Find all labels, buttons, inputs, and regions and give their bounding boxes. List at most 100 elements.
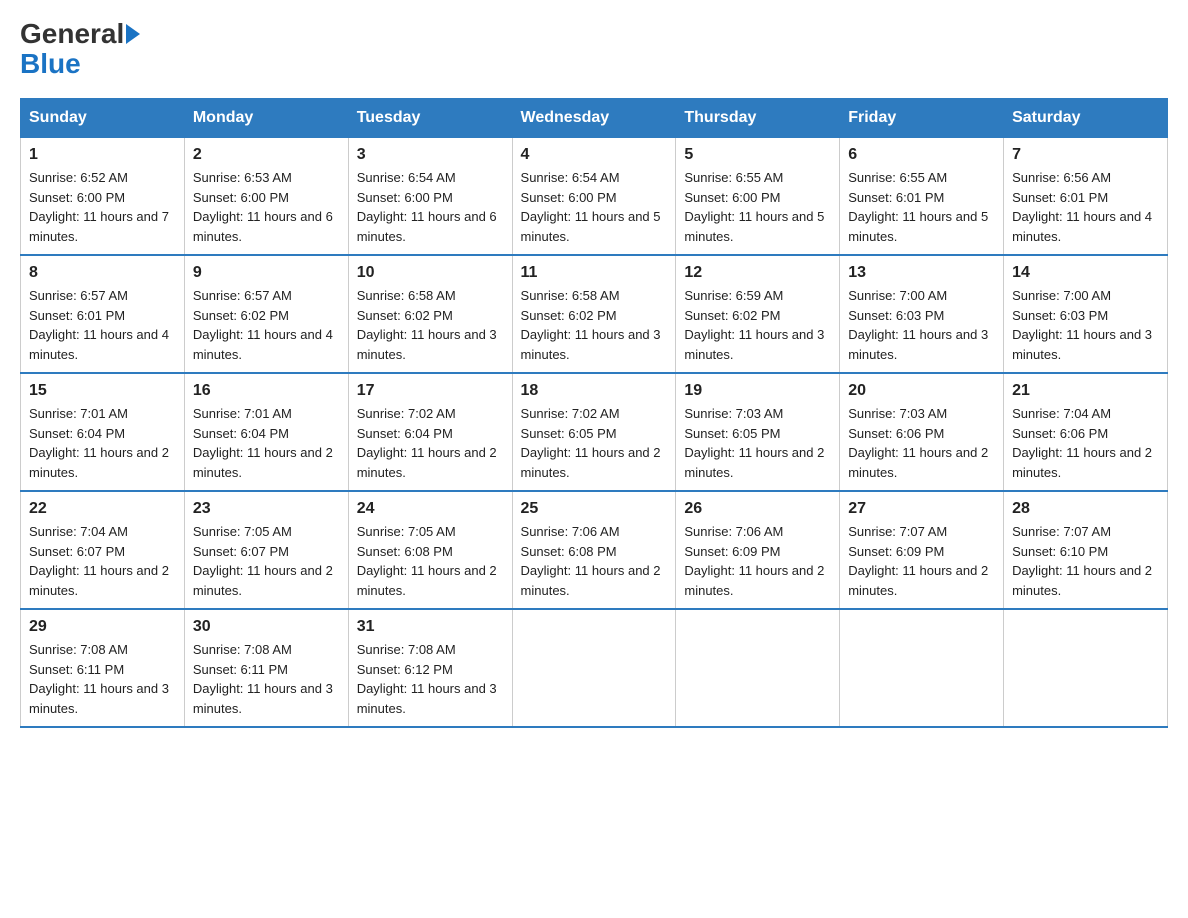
day-info: Sunrise: 7:05 AMSunset: 6:08 PMDaylight:… [357, 522, 504, 600]
calendar-cell: 21 Sunrise: 7:04 AMSunset: 6:06 PMDaylig… [1004, 373, 1168, 491]
calendar-cell: 19 Sunrise: 7:03 AMSunset: 6:05 PMDaylig… [676, 373, 840, 491]
calendar-cell: 31 Sunrise: 7:08 AMSunset: 6:12 PMDaylig… [348, 609, 512, 727]
day-info: Sunrise: 7:05 AMSunset: 6:07 PMDaylight:… [193, 522, 340, 600]
calendar-cell: 3 Sunrise: 6:54 AMSunset: 6:00 PMDayligh… [348, 138, 512, 256]
day-number: 16 [193, 382, 340, 400]
day-number: 24 [357, 500, 504, 518]
day-number: 26 [684, 500, 831, 518]
calendar-cell: 16 Sunrise: 7:01 AMSunset: 6:04 PMDaylig… [184, 373, 348, 491]
logo: General Blue [20, 20, 140, 80]
day-number: 23 [193, 500, 340, 518]
day-number: 11 [521, 264, 668, 282]
calendar-table: SundayMondayTuesdayWednesdayThursdayFrid… [20, 98, 1168, 728]
calendar-cell [676, 609, 840, 727]
day-number: 15 [29, 382, 176, 400]
day-info: Sunrise: 6:53 AMSunset: 6:00 PMDaylight:… [193, 168, 340, 246]
day-number: 2 [193, 146, 340, 164]
calendar-cell: 5 Sunrise: 6:55 AMSunset: 6:00 PMDayligh… [676, 138, 840, 256]
calendar-cell: 22 Sunrise: 7:04 AMSunset: 6:07 PMDaylig… [21, 491, 185, 609]
calendar-cell: 2 Sunrise: 6:53 AMSunset: 6:00 PMDayligh… [184, 138, 348, 256]
page-header: General Blue [20, 20, 1168, 80]
day-info: Sunrise: 6:55 AMSunset: 6:00 PMDaylight:… [684, 168, 831, 246]
calendar-cell: 8 Sunrise: 6:57 AMSunset: 6:01 PMDayligh… [21, 255, 185, 373]
day-info: Sunrise: 7:07 AMSunset: 6:09 PMDaylight:… [848, 522, 995, 600]
day-info: Sunrise: 6:56 AMSunset: 6:01 PMDaylight:… [1012, 168, 1159, 246]
day-info: Sunrise: 7:02 AMSunset: 6:04 PMDaylight:… [357, 404, 504, 482]
calendar-cell: 23 Sunrise: 7:05 AMSunset: 6:07 PMDaylig… [184, 491, 348, 609]
day-number: 19 [684, 382, 831, 400]
calendar-cell: 7 Sunrise: 6:56 AMSunset: 6:01 PMDayligh… [1004, 138, 1168, 256]
day-info: Sunrise: 7:08 AMSunset: 6:11 PMDaylight:… [193, 640, 340, 718]
day-number: 31 [357, 618, 504, 636]
logo-blue-text: Blue [20, 48, 81, 79]
calendar-cell: 6 Sunrise: 6:55 AMSunset: 6:01 PMDayligh… [840, 138, 1004, 256]
header-wednesday: Wednesday [512, 99, 676, 138]
calendar-week-row: 8 Sunrise: 6:57 AMSunset: 6:01 PMDayligh… [21, 255, 1168, 373]
day-info: Sunrise: 6:59 AMSunset: 6:02 PMDaylight:… [684, 286, 831, 364]
day-number: 28 [1012, 500, 1159, 518]
day-number: 14 [1012, 264, 1159, 282]
day-number: 5 [684, 146, 831, 164]
day-info: Sunrise: 7:00 AMSunset: 6:03 PMDaylight:… [1012, 286, 1159, 364]
calendar-cell: 13 Sunrise: 7:00 AMSunset: 6:03 PMDaylig… [840, 255, 1004, 373]
header-saturday: Saturday [1004, 99, 1168, 138]
day-number: 25 [521, 500, 668, 518]
day-number: 18 [521, 382, 668, 400]
day-number: 10 [357, 264, 504, 282]
calendar-cell: 30 Sunrise: 7:08 AMSunset: 6:11 PMDaylig… [184, 609, 348, 727]
day-info: Sunrise: 7:02 AMSunset: 6:05 PMDaylight:… [521, 404, 668, 482]
day-info: Sunrise: 7:04 AMSunset: 6:06 PMDaylight:… [1012, 404, 1159, 482]
day-number: 13 [848, 264, 995, 282]
day-info: Sunrise: 7:08 AMSunset: 6:12 PMDaylight:… [357, 640, 504, 718]
day-info: Sunrise: 6:54 AMSunset: 6:00 PMDaylight:… [521, 168, 668, 246]
day-number: 20 [848, 382, 995, 400]
day-number: 7 [1012, 146, 1159, 164]
day-info: Sunrise: 6:52 AMSunset: 6:00 PMDaylight:… [29, 168, 176, 246]
calendar-cell: 18 Sunrise: 7:02 AMSunset: 6:05 PMDaylig… [512, 373, 676, 491]
day-number: 8 [29, 264, 176, 282]
day-number: 1 [29, 146, 176, 164]
day-number: 22 [29, 500, 176, 518]
calendar-cell: 10 Sunrise: 6:58 AMSunset: 6:02 PMDaylig… [348, 255, 512, 373]
logo-general-text: General [20, 20, 124, 48]
calendar-cell [840, 609, 1004, 727]
day-number: 3 [357, 146, 504, 164]
calendar-cell [1004, 609, 1168, 727]
calendar-cell: 28 Sunrise: 7:07 AMSunset: 6:10 PMDaylig… [1004, 491, 1168, 609]
calendar-cell: 29 Sunrise: 7:08 AMSunset: 6:11 PMDaylig… [21, 609, 185, 727]
day-number: 4 [521, 146, 668, 164]
logo-arrow-icon [126, 24, 140, 44]
day-info: Sunrise: 7:06 AMSunset: 6:08 PMDaylight:… [521, 522, 668, 600]
header-tuesday: Tuesday [348, 99, 512, 138]
day-info: Sunrise: 7:03 AMSunset: 6:06 PMDaylight:… [848, 404, 995, 482]
calendar-cell: 20 Sunrise: 7:03 AMSunset: 6:06 PMDaylig… [840, 373, 1004, 491]
header-friday: Friday [840, 99, 1004, 138]
calendar-cell: 1 Sunrise: 6:52 AMSunset: 6:00 PMDayligh… [21, 138, 185, 256]
calendar-week-row: 1 Sunrise: 6:52 AMSunset: 6:00 PMDayligh… [21, 138, 1168, 256]
header-thursday: Thursday [676, 99, 840, 138]
day-info: Sunrise: 6:57 AMSunset: 6:02 PMDaylight:… [193, 286, 340, 364]
day-info: Sunrise: 7:01 AMSunset: 6:04 PMDaylight:… [29, 404, 176, 482]
header-monday: Monday [184, 99, 348, 138]
day-info: Sunrise: 6:54 AMSunset: 6:00 PMDaylight:… [357, 168, 504, 246]
day-number: 12 [684, 264, 831, 282]
day-number: 9 [193, 264, 340, 282]
calendar-cell: 11 Sunrise: 6:58 AMSunset: 6:02 PMDaylig… [512, 255, 676, 373]
day-number: 29 [29, 618, 176, 636]
day-info: Sunrise: 7:06 AMSunset: 6:09 PMDaylight:… [684, 522, 831, 600]
day-info: Sunrise: 7:08 AMSunset: 6:11 PMDaylight:… [29, 640, 176, 718]
day-info: Sunrise: 7:01 AMSunset: 6:04 PMDaylight:… [193, 404, 340, 482]
calendar-cell: 27 Sunrise: 7:07 AMSunset: 6:09 PMDaylig… [840, 491, 1004, 609]
day-number: 6 [848, 146, 995, 164]
day-info: Sunrise: 6:58 AMSunset: 6:02 PMDaylight:… [357, 286, 504, 364]
calendar-cell: 24 Sunrise: 7:05 AMSunset: 6:08 PMDaylig… [348, 491, 512, 609]
calendar-cell: 12 Sunrise: 6:59 AMSunset: 6:02 PMDaylig… [676, 255, 840, 373]
calendar-week-row: 15 Sunrise: 7:01 AMSunset: 6:04 PMDaylig… [21, 373, 1168, 491]
calendar-cell [512, 609, 676, 727]
calendar-cell: 9 Sunrise: 6:57 AMSunset: 6:02 PMDayligh… [184, 255, 348, 373]
day-info: Sunrise: 7:04 AMSunset: 6:07 PMDaylight:… [29, 522, 176, 600]
calendar-cell: 17 Sunrise: 7:02 AMSunset: 6:04 PMDaylig… [348, 373, 512, 491]
calendar-week-row: 22 Sunrise: 7:04 AMSunset: 6:07 PMDaylig… [21, 491, 1168, 609]
calendar-cell: 14 Sunrise: 7:00 AMSunset: 6:03 PMDaylig… [1004, 255, 1168, 373]
day-number: 30 [193, 618, 340, 636]
